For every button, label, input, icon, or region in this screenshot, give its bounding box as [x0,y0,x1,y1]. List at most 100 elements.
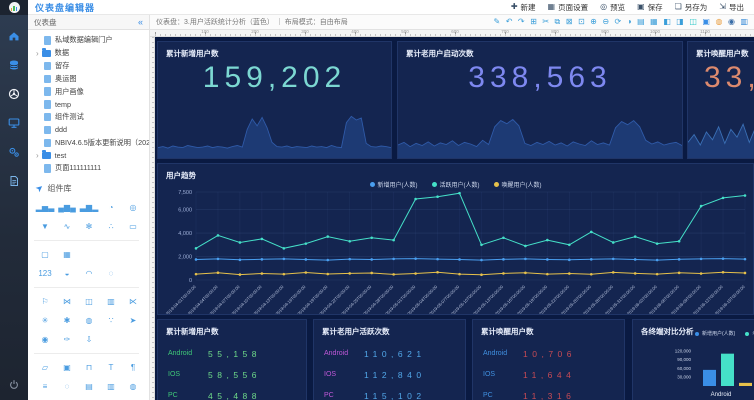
user-trend-chart-card[interactable]: 用户趋势 新增用户(人数) 活跃用户(人数) 唤醒用户(人数) 0 2,000 4,00… [157,163,754,315]
download-widget-icon[interactable]: ⇩ [78,330,100,349]
table-card-new-users[interactable]: 累计新增用户数 Android 55,158 IOS 58,556 PC 45,488 [157,319,307,400]
relation-chart-icon[interactable]: ⋉ [122,292,144,311]
table-card-old-user-active[interactable]: 累计老用户活跃次数 Android 110,621 IOS 112,840 PC 115,… [313,319,466,400]
export-button[interactable]: ⇲ 导出 [719,2,744,13]
power-icon[interactable] [8,378,20,390]
kpi-card-awakened-users[interactable]: 累计唤醒用户数 33, [687,41,754,159]
tree-item[interactable]: 页面111111111 [28,162,149,175]
image-icon[interactable]: ▦ [650,18,658,26]
page-settings-button[interactable]: ▦ 页面设置 [548,2,589,13]
search-widget-icon[interactable]: ◌ [56,377,78,396]
bar-chart-icon[interactable]: ▂▅▃ [34,198,56,217]
settings-gears-icon[interactable] [8,145,20,157]
table-card-awakened-users[interactable]: 累计唤醒用户数 Android 10,706 IOS 11,644 PC 11,316 [472,319,625,400]
border-frame-icon[interactable]: ▭ [122,217,144,236]
cut-icon[interactable]: ✂ [542,18,549,26]
legend-item[interactable]: 新增用户(人数) [695,330,735,337]
export-image-icon[interactable]: ▥ [740,18,748,26]
map-marker-icon[interactable]: ◉ [34,330,56,349]
insert-chart-icon[interactable]: ⊞ [530,18,537,26]
palette-icon[interactable]: ◍ [715,18,722,26]
align-right-icon[interactable]: ◨ [676,18,684,26]
lock-icon[interactable]: ⊠ [566,18,573,26]
new-button[interactable]: ✚ 新建 [511,2,536,13]
radar-chart-icon[interactable]: ✳ [34,311,56,330]
flag-icon[interactable]: ⚐ [34,292,56,311]
banner-icon[interactable]: ▱ [34,358,56,377]
group-icon[interactable]: ◫ [689,18,697,26]
align-left-icon[interactable]: ◧ [663,18,671,26]
sankey-chart-icon[interactable]: ⋈ [56,292,78,311]
tree-item[interactable]: temp [28,98,149,111]
tree-item[interactable]: NBIV4.6.5版本更新说明（20200803） [28,136,149,149]
preview-button[interactable]: ◎ 预览 [600,2,625,13]
redo-icon[interactable]: ↷ [518,18,525,26]
tree-item[interactable]: 私域数据编辑门户 [28,34,149,47]
text-widget-icon[interactable]: T [100,358,122,377]
scatter-chart-icon[interactable]: ∴ [100,217,122,236]
map-chart-icon[interactable]: ➤ [122,311,144,330]
tree-item[interactable]: 用户画像 [28,85,149,98]
paragraph-widget-icon[interactable]: ¶ [122,358,144,377]
theme-icon[interactable]: ◑ [627,18,632,26]
home-icon[interactable] [8,29,20,41]
rose-chart-icon[interactable]: ✻ [78,217,100,236]
dashboard-icon[interactable] [8,87,20,100]
decoration-icon[interactable]: ◍ [122,377,144,396]
layout-grid-icon[interactable]: ◫ [78,292,100,311]
pie-chart-icon[interactable]: ◔ [100,198,122,217]
zoom-in-icon[interactable]: ⊕ [590,18,597,26]
gesture-icon[interactable]: ✑ [56,330,78,349]
progress-circle-icon[interactable]: ◒ [56,264,78,283]
unlock-icon[interactable]: ⊡ [578,18,585,26]
edit-icon[interactable]: ✎ [494,18,501,26]
tree-item[interactable]: 组件测试 [28,111,149,124]
tree-item[interactable]: 留存 [28,60,149,73]
refresh-icon[interactable]: ⟳ [615,18,622,26]
list-widget-icon[interactable]: ≡ [34,377,56,396]
line-chart-icon[interactable]: ∿ [56,217,78,236]
web-widget-icon[interactable]: ▣ [56,358,78,377]
gauge-icon[interactable]: ◠ [78,264,100,283]
save-button[interactable]: ▣ 保存 [637,2,663,13]
folder-widget-icon[interactable]: ⊓ [78,358,100,377]
column-chart-icon[interactable]: ▃▆▂ [78,198,100,217]
globe-map-icon[interactable]: ◍ [78,311,100,330]
tree-item[interactable]: 奥运图 [28,72,149,85]
component-icon[interactable]: ▣ [702,18,710,26]
pdf-file-icon[interactable] [8,174,20,186]
pivot-table-icon[interactable]: ▥ [100,377,122,396]
save-as-button[interactable]: ❏ 另存为 [675,2,708,13]
tree-item[interactable]: ddd [28,124,149,137]
monitor-icon[interactable] [8,116,20,128]
kpi-card-old-user-launches[interactable]: 累计老用户启动次数 338,563 [397,41,683,159]
tree-item[interactable]: › 数据 [28,47,149,60]
ring-icon[interactable]: ◌ [100,264,122,283]
collapse-panel-button[interactable]: « [138,17,143,27]
copy-icon[interactable]: ⧉ [555,18,561,26]
undo-icon[interactable]: ↶ [506,18,513,26]
kpi-card-new-users[interactable]: 累计新增用户数 159,202 [157,41,392,159]
parallel-chart-icon[interactable]: ▥ [100,292,122,311]
tree-item[interactable]: › test [28,149,149,162]
table-icon[interactable]: ▦ [56,245,78,264]
app-logo[interactable] [0,0,28,15]
tab-panel-icon[interactable]: ▢ [34,245,56,264]
dashboard-canvas[interactable]: 累计新增用户数 159,202 累计老用户启动次数 338,563 累计唤醒用户… [155,37,754,400]
terminal-comparison-card[interactable]: 各终端对比分析 新增用户(人数)老用户(人数)唤醒用户(人数) 120,0009… [632,319,754,400]
caret-icon[interactable]: › [36,49,39,58]
caret-icon[interactable]: › [36,151,39,160]
funnel-chart-icon[interactable]: ▼ [34,217,56,236]
dot-plot-icon[interactable]: ∵ [100,311,122,330]
layers-icon[interactable]: ▤ [637,18,645,26]
legend-item[interactable]: 老用户(人数) [745,330,754,337]
stacked-bar-chart-icon[interactable]: ▄▆▄ [56,198,78,217]
database-icon[interactable] [8,58,20,70]
checkbox-widget-icon[interactable]: ☑ [34,396,56,400]
number-card-icon[interactable]: 123 [34,264,56,283]
snowflake-chart-icon[interactable]: ✱ [56,311,78,330]
zoom-out-icon[interactable]: ⊖ [602,18,609,26]
gallery-icon[interactable]: ◉ [728,18,735,26]
donut-chart-icon[interactable]: ◎ [122,198,144,217]
grid-table-icon[interactable]: ▤ [78,377,100,396]
